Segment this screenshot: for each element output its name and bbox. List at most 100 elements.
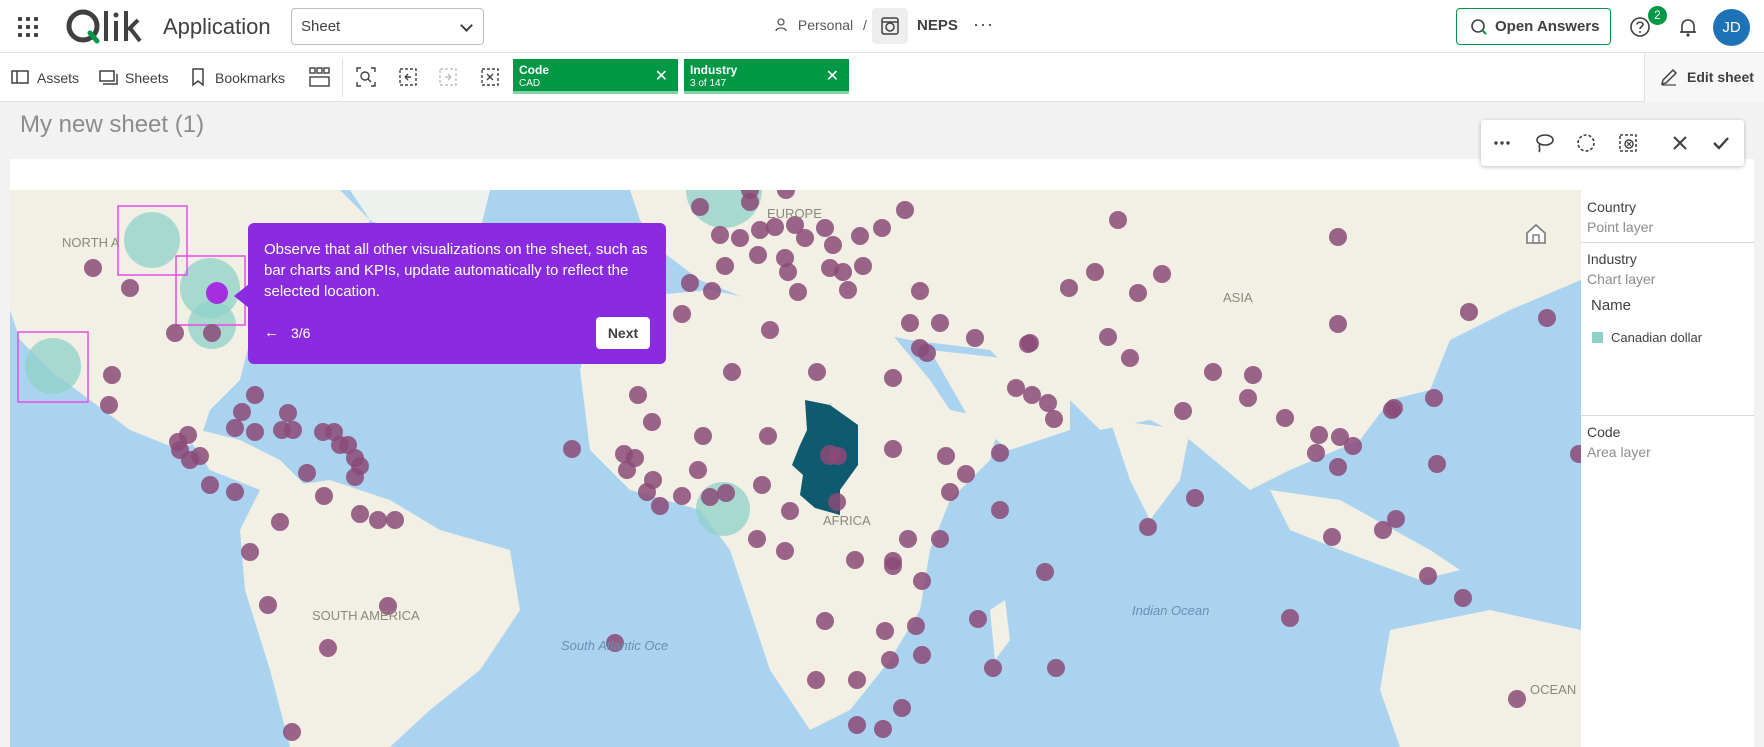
- point: [789, 283, 807, 301]
- sheet-title: My new sheet (1): [20, 111, 205, 138]
- point: [796, 229, 814, 247]
- se-asia-land: [1270, 490, 1460, 580]
- close-icon[interactable]: ✕: [826, 66, 839, 86]
- clear-selections-icon[interactable]: [479, 66, 501, 88]
- point: [991, 501, 1009, 519]
- point: [1121, 349, 1139, 367]
- point: [386, 511, 404, 529]
- smart-search-icon[interactable]: [355, 66, 377, 88]
- back-arrow-icon[interactable]: ←: [264, 324, 279, 341]
- bell-icon[interactable]: [1677, 16, 1699, 38]
- open-answers-button[interactable]: Open Answers: [1456, 8, 1611, 45]
- point: [689, 461, 707, 479]
- point: [820, 445, 840, 465]
- selection-chip-code[interactable]: Code CAD ✕: [513, 59, 678, 94]
- confirm-selection-icon[interactable]: [1710, 132, 1732, 154]
- space-name: Personal: [797, 17, 854, 33]
- person-icon: [775, 18, 787, 32]
- india-land: [1110, 420, 1190, 520]
- point: [941, 483, 959, 501]
- point: [1007, 379, 1025, 397]
- app-name[interactable]: NEPS: [917, 17, 958, 34]
- point: [808, 363, 826, 381]
- notification-badge: 2: [1648, 6, 1667, 25]
- point: [563, 440, 581, 458]
- point: [1454, 589, 1472, 607]
- close-icon[interactable]: ✕: [655, 66, 668, 86]
- bookmarks-button[interactable]: Bookmarks: [192, 68, 285, 87]
- legend-layer-code-type: Area layer: [1587, 444, 1651, 460]
- lasso-icon[interactable]: [1533, 132, 1555, 154]
- point: [851, 227, 869, 245]
- point: [723, 363, 741, 381]
- cancel-selection-icon[interactable]: [1669, 132, 1691, 154]
- more-icon[interactable]: [1491, 132, 1513, 154]
- point: [907, 617, 925, 635]
- point: [1425, 389, 1443, 407]
- point: [121, 279, 139, 297]
- toolbar-divider: [342, 59, 343, 97]
- point: [1036, 563, 1054, 581]
- point: [1186, 489, 1204, 507]
- label-north-america: NORTH A: [62, 235, 120, 250]
- step-forward-icon: [439, 68, 457, 86]
- point: [711, 226, 729, 244]
- legend-layer-code[interactable]: Code: [1587, 424, 1620, 440]
- legend-divider: [1581, 415, 1754, 416]
- point: [1086, 263, 1104, 281]
- point: [748, 530, 766, 548]
- point: [319, 639, 337, 657]
- point: [1310, 426, 1328, 444]
- next-button[interactable]: Next: [596, 317, 650, 349]
- home-icon[interactable]: [1524, 222, 1548, 246]
- map-view[interactable]: NORTH A EUROPE ASIA AFRICA SOUTH AMERICA…: [10, 190, 1581, 747]
- help-icon[interactable]: [1629, 16, 1651, 38]
- label-oceania: OCEAN: [1530, 682, 1577, 697]
- point: [893, 699, 911, 717]
- assets-button[interactable]: Assets: [11, 70, 79, 86]
- more-options-icon[interactable]: ···: [973, 14, 994, 35]
- point: [1538, 309, 1556, 327]
- point: [779, 263, 797, 281]
- point: [694, 427, 712, 445]
- point: [731, 229, 749, 247]
- app-title: Application: [163, 14, 271, 39]
- insights-grid-icon[interactable]: [308, 66, 330, 88]
- app-launcher-icon[interactable]: [18, 17, 38, 37]
- selection-chip-industry[interactable]: Industry 3 of 147 ✕: [684, 59, 849, 94]
- app-icon[interactable]: [872, 8, 908, 44]
- point: [246, 423, 264, 441]
- tour-step-counter: 3/6: [291, 325, 311, 341]
- point: [937, 447, 955, 465]
- point: [807, 671, 825, 689]
- label-south-america: SOUTH AMERICA: [312, 608, 420, 623]
- point: [749, 246, 767, 264]
- point: [741, 193, 759, 211]
- point: [369, 511, 387, 529]
- point: [969, 610, 987, 628]
- clear-selection-icon[interactable]: [1617, 132, 1639, 154]
- sheets-button[interactable]: Sheets: [99, 70, 169, 86]
- legend-item-canadian-dollar[interactable]: Canadian dollar: [1611, 330, 1702, 345]
- circle-select-icon[interactable]: [1575, 132, 1597, 154]
- point: [848, 671, 866, 689]
- avatar[interactable]: JD: [1713, 9, 1750, 46]
- point: [1323, 528, 1341, 546]
- guided-tour-tooltip: Observe that all other visualizations on…: [248, 223, 666, 364]
- point: [201, 476, 219, 494]
- edit-sheet-button[interactable]: Edit sheet: [1644, 53, 1764, 102]
- point: [1387, 510, 1405, 528]
- qlik-logo[interactable]: [64, 6, 144, 46]
- legend-divider: [1581, 242, 1754, 243]
- sheet-select[interactable]: Sheet: [291, 8, 484, 45]
- point: [1023, 386, 1041, 404]
- highlighted-point: [206, 282, 228, 304]
- step-back-icon[interactable]: [397, 66, 419, 88]
- point: [643, 413, 661, 431]
- legend-layer-industry[interactable]: Industry: [1587, 251, 1637, 267]
- legend-layer-country[interactable]: Country: [1587, 199, 1636, 215]
- point: [1174, 402, 1192, 420]
- space-breadcrumb[interactable]: Personal /: [775, 17, 867, 33]
- tour-message: Observe that all other visualizations on…: [264, 241, 648, 300]
- tooltip-pointer: [234, 284, 249, 308]
